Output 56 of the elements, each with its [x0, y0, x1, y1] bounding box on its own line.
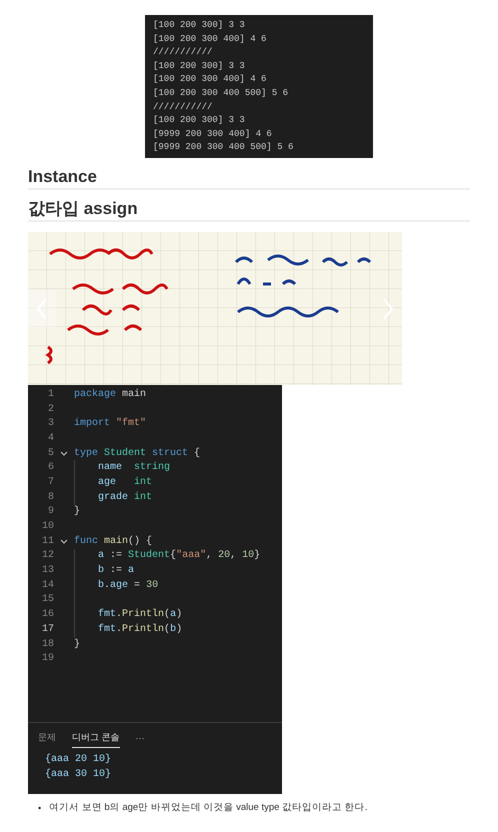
code-line: a := Student{"aaa", 20, 10} — [98, 548, 260, 564]
line-number: 1 — [46, 388, 54, 402]
section-heading: Instance — [28, 166, 470, 190]
output-line: [9999 200 300 400] 4 6 — [153, 128, 273, 141]
line-number: 15 — [40, 593, 54, 608]
output-line: [9999 200 300 400 500] 5 6 — [153, 141, 294, 154]
output-line: [100 200 300 400 500] 5 6 — [153, 86, 290, 100]
panel-tab[interactable]: 디버그 콘솔 — [72, 731, 120, 748]
code-line: b := a — [98, 564, 134, 578]
line-number: 13 — [40, 564, 54, 578]
line-number: 7 — [46, 476, 54, 490]
code-line: } — [74, 504, 80, 520]
output-line: /////////// — [153, 46, 214, 60]
fold-chevron-icon[interactable] — [60, 450, 68, 456]
bullet-marker: • — [38, 802, 42, 815]
output-line: [100 200 300 400] 4 6 — [153, 73, 268, 86]
line-number: 6 — [46, 461, 54, 476]
code-line: package main — [74, 388, 146, 402]
line-number: 12 — [40, 549, 54, 564]
code-line: age int — [98, 476, 152, 490]
output-line: [100 200 300] 3 3 — [153, 19, 246, 32]
line-number: 4 — [46, 432, 54, 446]
more-button[interactable]: ··· — [136, 732, 145, 747]
section-heading: 값타입 assign — [28, 198, 470, 222]
output-line: /////////// — [153, 100, 214, 114]
output-line: [100 200 300] 3 3 — [153, 60, 246, 73]
code-line: type Student struct { — [74, 446, 200, 461]
line-number: 17 — [40, 622, 54, 637]
code-line: import "fmt" — [74, 416, 146, 432]
line-number: 3 — [46, 417, 54, 432]
line-number: 19 — [40, 652, 54, 666]
line-number: 9 — [46, 505, 54, 520]
panel-tab[interactable]: 문제 — [38, 731, 56, 748]
chevron-right-icon — [382, 297, 394, 321]
line-number: 16 — [40, 608, 54, 622]
code-line: name string — [98, 460, 170, 476]
line-number: 18 — [40, 638, 54, 652]
line-number: 14 — [40, 578, 54, 593]
line-number: 5 — [46, 446, 54, 461]
fold-chevron-icon[interactable] — [60, 538, 68, 544]
code-line: func main() { — [74, 534, 152, 549]
console-line: {aaa 30 10} — [45, 768, 112, 782]
chevron-left-icon — [36, 297, 48, 321]
line-number: 11 — [40, 534, 54, 549]
line-number: 10 — [40, 520, 54, 534]
console-line: {aaa 20 10} — [45, 752, 112, 766]
line-number: 2 — [46, 402, 54, 417]
bullet-text: 여기서 보면 b의 age만 바뀌었는데 이것을 value type 값타입이라고 한다. — [49, 801, 368, 815]
output-line: [100 200 300] 3 3 — [153, 114, 246, 128]
code-line: fmt.Println(b) — [98, 622, 182, 637]
code-line: b.age = 30 — [98, 578, 158, 593]
line-number: 8 — [46, 490, 54, 505]
code-line: fmt.Println(a) — [98, 608, 182, 622]
code-line: grade int — [98, 490, 152, 505]
output-line: [100 200 300 400] 4 6 — [153, 32, 268, 46]
code-line: } — [74, 638, 80, 652]
